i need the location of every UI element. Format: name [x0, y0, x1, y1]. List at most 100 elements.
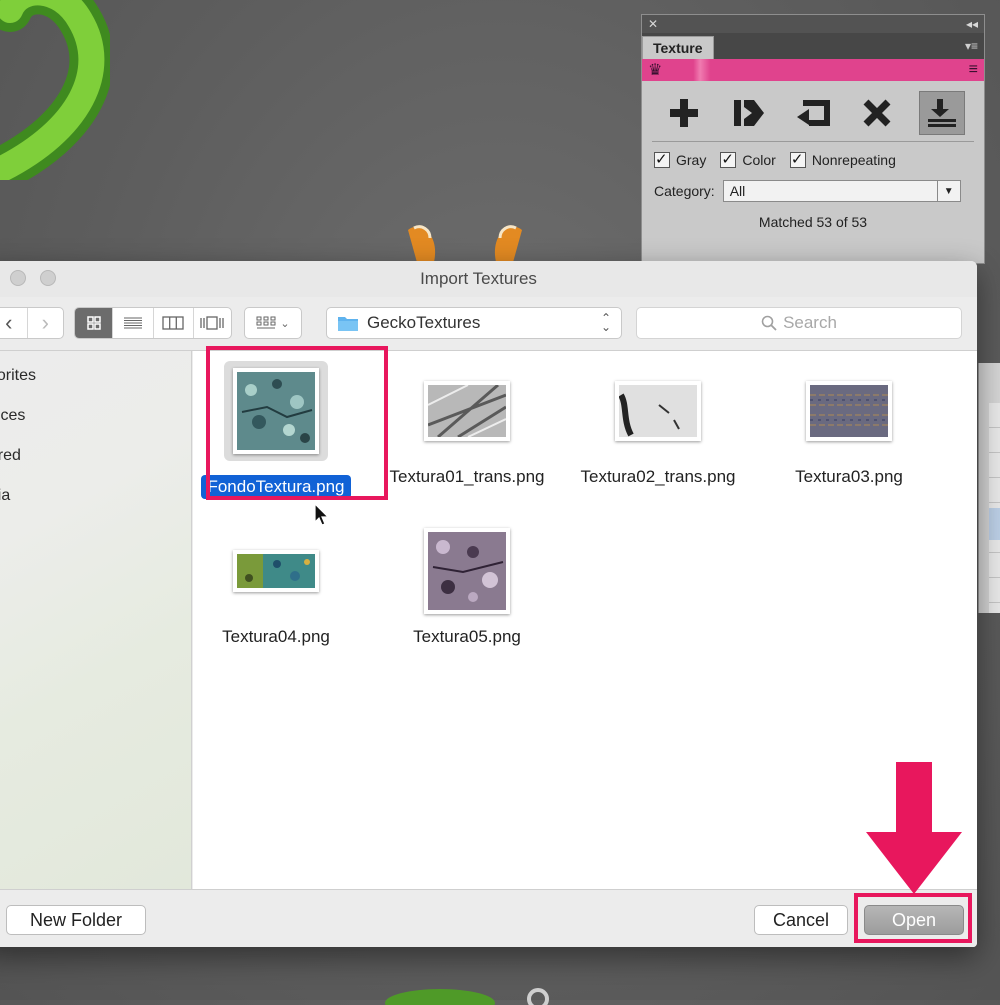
- background-table-fragment: [978, 363, 1000, 613]
- tab-texture[interactable]: Texture: [642, 36, 714, 59]
- column-view-button[interactable]: [154, 308, 194, 338]
- replace-button[interactable]: [790, 91, 836, 135]
- back-button[interactable]: ‹: [0, 308, 28, 338]
- crown-icon: ♛: [648, 62, 663, 79]
- delete-icon: [863, 99, 891, 127]
- table-selected-row-fragment: [989, 508, 1000, 540]
- arrange-grid-icon: [256, 316, 276, 329]
- category-label: Category:: [654, 183, 715, 199]
- plus-icon: [670, 99, 699, 127]
- dialog-toolbar: ‹ › ⌄ GeckoTextures ⌃ ⌄ Search: [0, 297, 977, 349]
- panel-topbar: ✕ ◂◂: [642, 15, 984, 33]
- filter-checkboxes: Gray Color Nonrepeating: [642, 142, 984, 172]
- sidebar-item-favorites[interactable]: avorites: [0, 367, 36, 385]
- column-view-icon: [162, 316, 184, 330]
- category-select[interactable]: All ▼: [722, 180, 961, 202]
- delete-button[interactable]: [854, 91, 900, 135]
- list-view-icon: [123, 317, 142, 329]
- icon-view-icon: [86, 316, 101, 330]
- collapse-icon[interactable]: ◂◂: [966, 17, 978, 31]
- search-placeholder: Search: [783, 313, 837, 332]
- thumb-wrap: [224, 521, 328, 621]
- thumb-wrap: [415, 361, 519, 461]
- replace-icon: [796, 100, 830, 126]
- texture-thumbnail: [806, 381, 892, 441]
- panel-tabrow: Texture ▾≡: [642, 33, 984, 59]
- texture-panel: ✕ ◂◂ Texture ▾≡ ♛ ≡ Gray Color Nonrepeat…: [641, 14, 985, 264]
- chevron-right-icon: ›: [41, 310, 49, 335]
- chevron-down-icon: ▼: [936, 181, 960, 201]
- coverflow-view-icon: [200, 316, 225, 330]
- texture-thumbnail: [615, 381, 701, 441]
- path-popup[interactable]: GeckoTextures ⌃ ⌄: [326, 307, 622, 339]
- tool-row: [642, 81, 984, 141]
- checkbox-mark: [789, 150, 806, 168]
- file-item-textura05[interactable]: Textura05.png: [378, 521, 556, 649]
- file-name: Textura05.png: [413, 627, 521, 646]
- file-name: Textura03.png: [795, 467, 903, 486]
- nonrepeating-label: Nonrepeating: [811, 152, 896, 168]
- texture-thumbnail: [233, 550, 319, 592]
- updown-chevron-icon: ⌃ ⌄: [600, 311, 611, 334]
- search-icon: [761, 315, 777, 331]
- checkbox-mark: [654, 150, 670, 168]
- add-texture-button[interactable]: [661, 91, 707, 135]
- coverflow-view-button[interactable]: [194, 308, 231, 338]
- file-item-textura02[interactable]: Textura02_trans.png: [569, 361, 747, 489]
- color-label: Color: [742, 152, 776, 168]
- dialog-body: avorites evices hared edia gs FondoTextu…: [0, 350, 977, 890]
- sidebar-item-shared[interactable]: hared: [0, 447, 21, 465]
- arrange-button[interactable]: ⌄: [244, 307, 302, 339]
- matched-count: Matched 53 of 53: [758, 214, 868, 230]
- highlight-box-selected-file: [206, 346, 388, 500]
- category-value: All: [729, 183, 746, 199]
- folder-icon: [338, 317, 358, 331]
- path-folder-name: GeckoTextures: [367, 313, 481, 332]
- sidebar-item-media[interactable]: edia: [0, 487, 10, 505]
- dialog-titlebar: Import Textures: [0, 261, 977, 297]
- file-item-textura04[interactable]: Textura04.png: [187, 521, 365, 649]
- thumb-wrap: [606, 361, 710, 461]
- cancel-button[interactable]: Cancel: [754, 905, 848, 935]
- search-field[interactable]: Search: [636, 307, 962, 339]
- chevron-left-icon: ‹: [5, 310, 13, 335]
- hamburger-icon[interactable]: ≡: [969, 61, 978, 79]
- panel-menu-icon[interactable]: ▾≡: [965, 39, 978, 53]
- category-row: Category: All ▼: [642, 172, 984, 202]
- gray-checkbox[interactable]: Gray: [654, 150, 706, 168]
- file-name: Textura02_trans.png: [580, 467, 736, 486]
- arrow-down-icon: [866, 762, 962, 894]
- gecko-tail-decoration: [0, 0, 110, 180]
- forward-button[interactable]: ›: [28, 308, 64, 338]
- gecko-foot-decoration: [385, 988, 549, 1005]
- arrange-inner: ⌄: [245, 308, 301, 338]
- texture-thumbnail: [424, 381, 510, 441]
- checkbox-mark: [720, 150, 737, 168]
- close-icon[interactable]: ✕: [648, 17, 658, 31]
- nav-buttons: ‹ ›: [0, 307, 64, 339]
- file-item-textura01[interactable]: Textura01_trans.png: [378, 361, 556, 489]
- list-view-button[interactable]: [113, 308, 154, 338]
- import-textures-dialog: Import Textures ‹ › ⌄ GeckoTextures ⌃ ⌄ …: [0, 261, 977, 947]
- new-folder-button[interactable]: New Folder: [6, 905, 146, 935]
- dialog-footer: New Folder Cancel Open: [0, 889, 977, 947]
- chevron-down-icon: ⌄: [280, 317, 290, 330]
- view-mode-segment: [74, 307, 232, 339]
- panel-header-bar: ♛ ≡: [642, 59, 984, 81]
- file-item-textura03[interactable]: Textura03.png: [760, 361, 938, 489]
- dialog-title: Import Textures: [420, 269, 537, 288]
- import-button[interactable]: [726, 91, 772, 135]
- thumb-wrap: [797, 361, 901, 461]
- texture-thumbnail: [424, 528, 510, 614]
- highlight-box-open-button: [854, 893, 972, 943]
- thumb-wrap: [415, 521, 519, 621]
- import-icon: [733, 100, 764, 126]
- color-checkbox[interactable]: Color: [720, 150, 776, 168]
- stack-button[interactable]: [918, 91, 965, 135]
- stack-icon: [927, 99, 956, 127]
- icon-view-button[interactable]: [75, 308, 114, 338]
- mouse-pointer-icon: [314, 503, 330, 526]
- sidebar-item-devices[interactable]: evices: [0, 407, 25, 425]
- nonrepeating-checkbox[interactable]: Nonrepeating: [789, 150, 896, 168]
- sidebar: avorites evices hared edia gs: [0, 351, 192, 890]
